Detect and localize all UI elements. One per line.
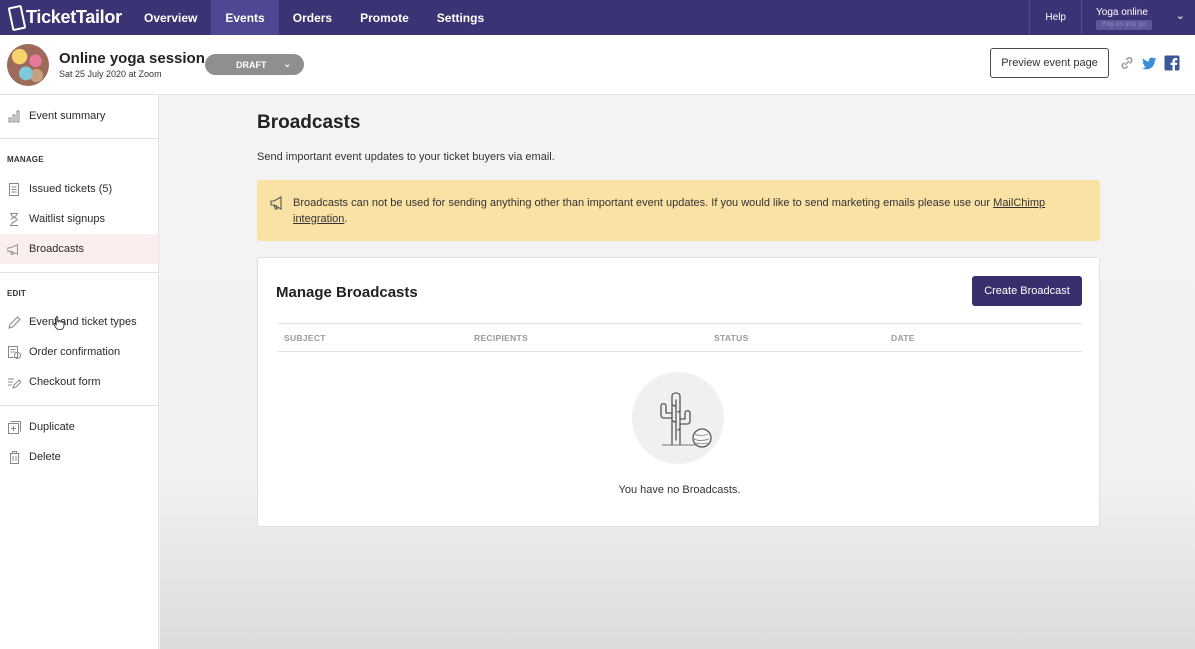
- sidebar-item-event-ticket-types[interactable]: Event and ticket types: [0, 307, 158, 337]
- manage-broadcasts-card: Manage Broadcasts Create Broadcast SUBJE…: [257, 257, 1100, 527]
- card-title: Manage Broadcasts: [276, 284, 418, 301]
- facebook-icon[interactable]: [1164, 55, 1180, 71]
- notice-text: Broadcasts can not be used for sending a…: [293, 195, 1073, 227]
- sidebar-item-label: Waitlist signups: [29, 213, 106, 225]
- ticket-tag-icon: [7, 4, 27, 31]
- notice-body: Broadcasts can not be used for sending a…: [293, 197, 994, 209]
- nav-settings[interactable]: Settings: [423, 0, 498, 35]
- brand-name: TicketTailor: [26, 7, 122, 27]
- notice-period: .: [344, 213, 348, 225]
- sidebar-divider: [0, 405, 158, 406]
- trash-icon: [7, 450, 21, 464]
- megaphone-icon: [7, 242, 21, 256]
- create-broadcast-button[interactable]: Create Broadcast: [972, 276, 1082, 306]
- document-check-icon: [7, 345, 21, 359]
- link-icon[interactable]: [1119, 55, 1135, 71]
- document-icon: [7, 182, 21, 196]
- sidebar-item-label: Event summary: [29, 110, 106, 122]
- nav-promote[interactable]: Promote: [346, 0, 423, 35]
- sidebar-item-label: Issued tickets (5): [29, 183, 113, 195]
- nav-orders[interactable]: Orders: [279, 0, 346, 35]
- event-title: Online yoga session: [59, 50, 205, 67]
- page-subtitle: Send important event updates to your tic…: [257, 151, 555, 163]
- event-header: Online yoga session Sat 25 July 2020 at …: [0, 35, 1195, 95]
- form-edit-icon: [7, 375, 21, 389]
- table-header: SUBJECT RECIPIENTS STATUS DATE: [277, 323, 1082, 352]
- column-status[interactable]: STATUS: [714, 333, 749, 343]
- sidebar-item-label: Checkout form: [29, 376, 101, 388]
- sidebar-item-label: Broadcasts: [29, 243, 85, 255]
- sidebar-item-label: Event and ticket types: [29, 316, 137, 328]
- top-nav: TicketTailor Overview Events Orders Prom…: [0, 0, 1195, 35]
- main-content: Broadcasts Send important event updates …: [160, 95, 1195, 649]
- chevron-down-icon: ⌄: [1175, 10, 1185, 22]
- pencil-icon: [7, 315, 21, 329]
- column-subject[interactable]: SUBJECT: [284, 333, 326, 343]
- event-date: Sat 25 July 2020 at Zoom: [59, 69, 162, 79]
- sidebar-item-issued-tickets[interactable]: Issued tickets (5): [0, 174, 158, 204]
- empty-state-text: You have no Broadcasts.: [618, 484, 741, 496]
- sidebar-item-broadcasts[interactable]: Broadcasts: [0, 234, 158, 264]
- duplicate-icon: [7, 420, 21, 434]
- sidebar-item-checkout-form[interactable]: Checkout form: [0, 367, 158, 397]
- sidebar-item-label: Duplicate: [29, 421, 75, 433]
- brand-logo[interactable]: TicketTailor: [0, 0, 130, 35]
- sidebar-item-waitlist-signups[interactable]: Waitlist signups: [0, 204, 158, 234]
- account-plan: Pay as you go: [1096, 20, 1152, 30]
- bar-chart-icon: [7, 109, 21, 123]
- sidebar-divider: [0, 138, 158, 139]
- column-date[interactable]: DATE: [891, 333, 915, 343]
- sidebar-item-duplicate[interactable]: Duplicate: [0, 412, 158, 442]
- sidebar: Event summary MANAGE Issued tickets (5) …: [0, 95, 159, 649]
- sidebar-divider: [0, 272, 158, 273]
- sidebar-heading-manage: MANAGE: [7, 155, 44, 164]
- status-label: DRAFT: [236, 59, 267, 70]
- nav-help[interactable]: Help: [1029, 0, 1081, 35]
- chevron-down-icon: ⌄: [283, 59, 292, 70]
- megaphone-icon: [270, 196, 282, 210]
- account-menu[interactable]: Yoga online Pay as you go ⌄: [1081, 0, 1195, 35]
- sidebar-item-event-summary[interactable]: Event summary: [0, 101, 158, 131]
- warning-notice: Broadcasts can not be used for sending a…: [257, 180, 1100, 241]
- event-avatar: [7, 44, 49, 86]
- sidebar-item-label: Order confirmation: [29, 346, 121, 358]
- mouse-pointer-icon: [53, 316, 65, 330]
- hourglass-icon: [7, 212, 21, 226]
- nav-overview[interactable]: Overview: [130, 0, 211, 35]
- sidebar-item-delete[interactable]: Delete: [0, 442, 158, 472]
- twitter-icon[interactable]: [1141, 55, 1157, 71]
- cactus-icon: [632, 372, 724, 464]
- page-title: Broadcasts: [257, 112, 361, 133]
- sidebar-item-order-confirmation[interactable]: Order confirmation: [0, 337, 158, 367]
- sidebar-item-label: Delete: [29, 451, 61, 463]
- column-recipients[interactable]: RECIPIENTS: [474, 333, 528, 343]
- nav-events[interactable]: Events: [211, 0, 279, 35]
- preview-event-button[interactable]: Preview event page: [990, 48, 1109, 78]
- status-dropdown[interactable]: DRAFT ⌄: [205, 54, 304, 75]
- sidebar-heading-edit: EDIT: [7, 289, 27, 298]
